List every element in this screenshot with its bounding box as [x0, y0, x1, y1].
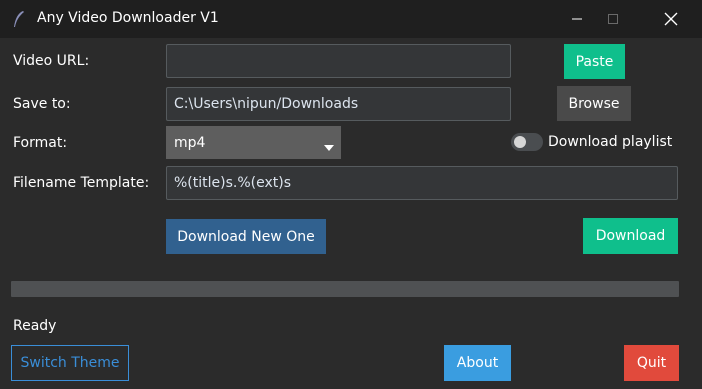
browse-button[interactable]: Browse — [557, 86, 631, 121]
format-dropdown[interactable]: mp4 — [166, 126, 341, 159]
title-bar: Any Video Downloader V1 — [0, 0, 702, 38]
video-url-input[interactable] — [166, 44, 511, 78]
download-new-button[interactable]: Download New One — [166, 219, 326, 254]
format-selected-value: mp4 — [174, 134, 206, 151]
filename-template-label: Filename Template: — [13, 175, 150, 191]
feather-icon — [14, 11, 24, 27]
about-button[interactable]: About — [444, 345, 511, 381]
paste-button[interactable]: Paste — [564, 44, 625, 79]
video-url-label: Video URL: — [13, 53, 90, 69]
download-progress-bar — [11, 281, 679, 297]
maximize-button[interactable] — [590, 0, 636, 38]
download-button[interactable]: Download — [583, 218, 678, 254]
filename-template-input[interactable]: %(title)s.%(ext)s — [166, 166, 678, 200]
close-icon — [664, 12, 678, 26]
format-label: Format: — [13, 135, 68, 151]
window-title: Any Video Downloader V1 — [37, 10, 219, 26]
playlist-toggle-label: Download playlist — [548, 134, 673, 150]
switch-theme-button[interactable]: Switch Theme — [11, 345, 129, 381]
close-button[interactable] — [648, 0, 694, 38]
toggle-knob — [514, 136, 526, 148]
playlist-toggle[interactable] — [511, 133, 543, 151]
save-to-label: Save to: — [13, 96, 71, 112]
chevron-down-icon — [324, 145, 334, 151]
minimize-icon — [572, 18, 582, 20]
status-text: Ready — [13, 318, 57, 334]
maximize-icon — [608, 14, 618, 24]
save-to-input[interactable]: C:\Users\nipun/Downloads — [166, 87, 511, 121]
quit-button[interactable]: Quit — [624, 345, 679, 381]
